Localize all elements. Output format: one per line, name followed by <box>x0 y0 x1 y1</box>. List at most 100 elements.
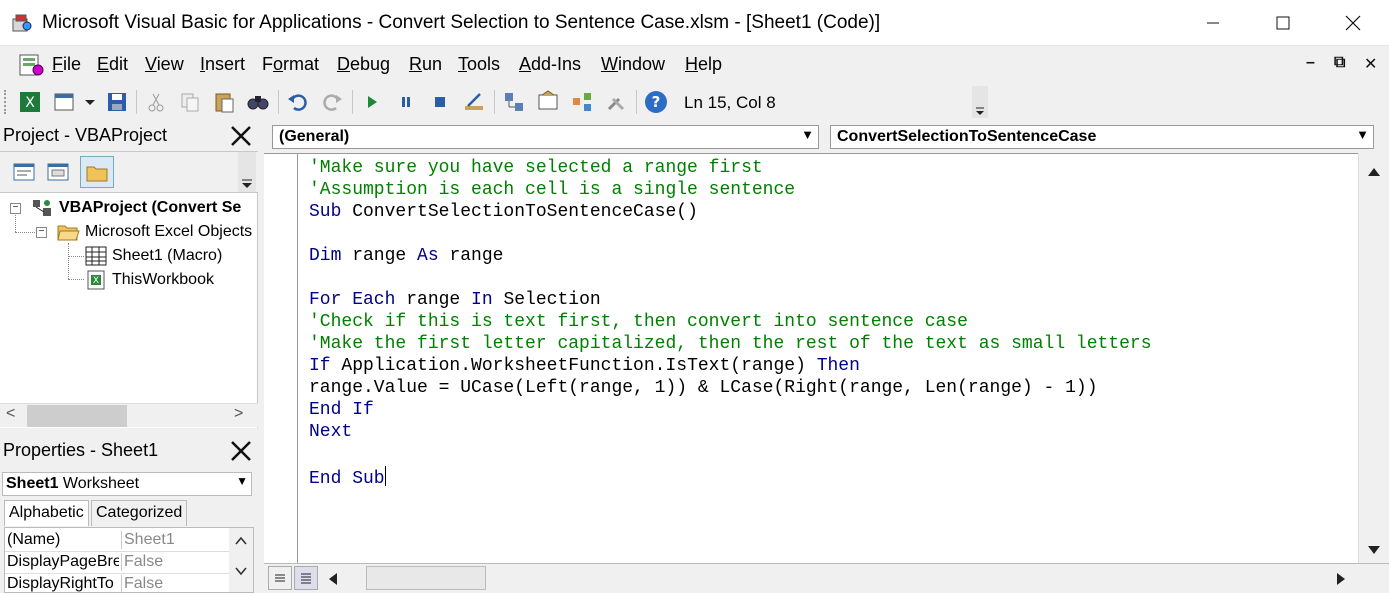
title-bar: Microsoft Visual Basic for Applications … <box>0 0 1389 46</box>
toggle-folders-button[interactable] <box>80 156 114 188</box>
chevron-down-icon[interactable]: ▼ <box>236 474 248 488</box>
menu-debug[interactable]: Debug <box>337 54 390 75</box>
property-row[interactable]: DisplayRightTo False <box>5 574 231 592</box>
tree-item-vbaproject[interactable]: VBAProject (Convert Se <box>59 199 241 217</box>
folder-open-icon <box>57 225 80 241</box>
project-pane-header: Project - VBAProject <box>0 121 258 151</box>
tree-collapse-toggle[interactable]: − <box>36 227 47 238</box>
scrollbar-thumb[interactable] <box>27 405 127 427</box>
scroll-right-icon[interactable] <box>1336 572 1346 586</box>
view-object-icon[interactable] <box>46 160 70 184</box>
vba-project-icon <box>33 200 51 216</box>
toolbar-grip[interactable] <box>4 90 8 114</box>
view-code-icon[interactable] <box>12 160 36 184</box>
code-line: End Sub <box>309 466 386 489</box>
code-editor[interactable]: 'Make sure you have selected a range fir… <box>264 153 1358 564</box>
help-icon[interactable]: ? <box>644 90 668 114</box>
scroll-down-icon[interactable] <box>1367 545 1381 555</box>
properties-vertical-scrollbar[interactable] <box>229 528 253 592</box>
project-toolbar <box>0 151 258 193</box>
mdi-minimize-button[interactable]: – <box>1306 54 1315 72</box>
tree-item-sheet1[interactable]: Sheet1 (Macro) <box>112 247 222 265</box>
mdi-restore-button[interactable]: ⧉ <box>1334 54 1345 72</box>
object-combo[interactable]: (General) ▼ <box>272 125 819 149</box>
chevron-down-icon[interactable]: ▼ <box>1356 127 1369 142</box>
menu-window[interactable]: Window <box>601 54 665 75</box>
code-line: 'Make the first letter capitalized, then… <box>309 334 1152 354</box>
menu-bar: File Edit View Insert Format Debug Run T… <box>0 46 1389 84</box>
chevron-up-icon[interactable] <box>235 536 247 546</box>
property-row[interactable]: DisplayPageBre False <box>5 552 231 574</box>
code-line: Sub ConvertSelectionToSentenceCase() <box>309 202 698 222</box>
menu-edit[interactable]: Edit <box>97 54 128 75</box>
break-icon[interactable] <box>394 90 418 114</box>
menu-view[interactable]: View <box>145 54 184 75</box>
code-line: For Each range In Selection <box>309 290 601 310</box>
menu-format[interactable]: Format <box>262 54 319 75</box>
undo-icon[interactable] <box>286 90 310 114</box>
scroll-left-icon[interactable]: < <box>6 405 15 423</box>
folder-icon <box>86 166 108 182</box>
object-browser-icon[interactable] <box>570 90 594 114</box>
menu-tools[interactable]: Tools <box>458 54 500 75</box>
code-line: If Application.WorksheetFunction.IsText(… <box>309 356 860 376</box>
toolbar-separator <box>494 90 495 114</box>
scroll-left-icon[interactable] <box>328 572 338 586</box>
worksheet-icon <box>85 246 107 266</box>
procedure-view-button[interactable] <box>268 566 292 590</box>
svg-text:X: X <box>25 95 35 111</box>
menu-add-ins[interactable]: Add-Ins <box>519 54 581 75</box>
copy-icon[interactable] <box>178 90 202 114</box>
cut-icon[interactable] <box>144 90 168 114</box>
project-horizontal-scrollbar[interactable]: < > <box>0 403 258 427</box>
chevron-down-icon[interactable]: ▼ <box>801 127 814 142</box>
scroll-up-icon[interactable] <box>1367 167 1381 177</box>
minimize-button[interactable] <box>1190 0 1236 46</box>
tree-item-excel-objects[interactable]: Microsoft Excel Objects <box>85 223 252 241</box>
code-vertical-scrollbar[interactable] <box>1358 153 1389 563</box>
full-module-view-button[interactable] <box>294 566 318 590</box>
properties-object-select[interactable]: Sheet1 Worksheet ▼ <box>2 472 252 496</box>
design-mode-icon[interactable] <box>462 90 486 114</box>
object-name: Sheet1 <box>6 475 59 492</box>
redo-icon[interactable] <box>320 90 344 114</box>
menu-run[interactable]: Run <box>409 54 442 75</box>
properties-window-icon[interactable] <box>536 90 560 114</box>
scrollbar-thumb[interactable] <box>366 566 486 590</box>
code-margin[interactable] <box>264 154 298 564</box>
paste-icon[interactable] <box>212 90 236 114</box>
run-icon[interactable] <box>360 90 384 114</box>
toolbox-icon[interactable] <box>604 90 628 114</box>
scroll-right-icon[interactable]: > <box>234 405 243 423</box>
property-row[interactable]: (Name) Sheet1 <box>5 530 231 552</box>
insert-userform-icon[interactable] <box>52 90 76 114</box>
project-close-icon[interactable] <box>228 123 254 149</box>
properties-pane-header: Properties - Sheet1 <box>0 436 258 468</box>
close-button[interactable] <box>1330 0 1376 46</box>
code-window-header: (General) ▼ ConvertSelectionToSentenceCa… <box>264 121 1389 153</box>
properties-close-icon[interactable] <box>228 438 254 464</box>
save-icon[interactable] <box>105 90 129 114</box>
chevron-down-icon[interactable] <box>235 566 247 576</box>
project-explorer-icon[interactable] <box>502 90 526 114</box>
tab-categorized[interactable]: Categorized <box>91 500 188 526</box>
code-horizontal-scrollbar[interactable] <box>324 566 1359 590</box>
code-keyword: As <box>417 246 439 266</box>
view-excel-icon[interactable]: X <box>18 90 42 114</box>
project-toolbar-scroll-icon[interactable] <box>238 152 256 192</box>
mdi-close-button[interactable]: ✕ <box>1364 54 1377 74</box>
menu-file[interactable]: File <box>52 54 81 75</box>
tab-alphabetic[interactable]: Alphabetic <box>4 500 89 526</box>
toolbar-separator <box>636 90 637 114</box>
reset-icon[interactable] <box>428 90 452 114</box>
maximize-button[interactable] <box>1260 0 1306 46</box>
tree-item-thisworkbook[interactable]: ThisWorkbook <box>112 271 214 289</box>
chevron-down-icon[interactable] <box>78 90 102 114</box>
find-icon[interactable] <box>246 90 270 114</box>
object-type: Worksheet <box>62 475 140 492</box>
menu-insert[interactable]: Insert <box>200 54 245 75</box>
tree-collapse-toggle[interactable]: − <box>10 203 21 214</box>
procedure-combo[interactable]: ConvertSelectionToSentenceCase ▼ <box>830 125 1374 149</box>
toolbar-overflow-icon[interactable] <box>972 86 988 118</box>
menu-help[interactable]: Help <box>685 54 722 75</box>
